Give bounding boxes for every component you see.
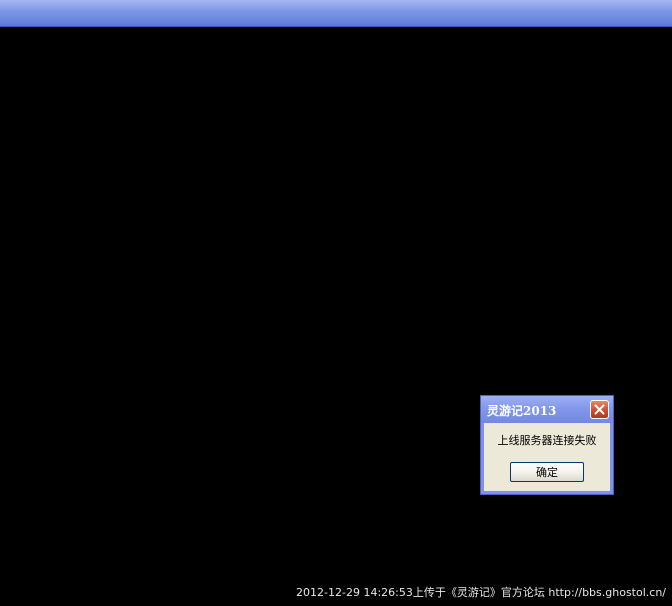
dialog-message: 上线服务器连接失败: [497, 434, 597, 447]
dialog-titlebar[interactable]: 灵游记2013: [481, 396, 613, 423]
dialog-title: 灵游记2013: [487, 404, 557, 418]
close-button[interactable]: [590, 400, 609, 419]
close-icon: [594, 404, 605, 415]
error-dialog: 灵游记2013 上线服务器连接失败 确定: [480, 395, 614, 495]
ok-button[interactable]: 确定: [510, 462, 584, 482]
watermark-text: 2012-12-29 14:26:53上传于《灵游记》官方论坛 http://b…: [296, 586, 666, 599]
window-top-bar: [0, 0, 672, 27]
game-screen: 灵游记2013 上线服务器连接失败 确定 2012-12-29 14:26:53…: [0, 0, 672, 606]
dialog-body: 上线服务器连接失败 确定: [484, 423, 610, 491]
